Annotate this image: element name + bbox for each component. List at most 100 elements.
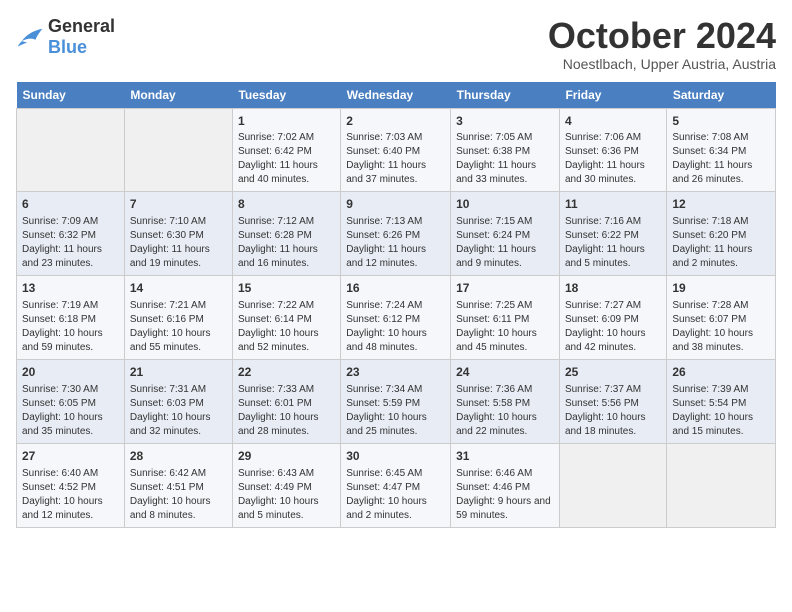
calendar-cell: 11 Sunrise: 7:16 AM Sunset: 6:22 PM Dayli… xyxy=(559,192,666,276)
calendar-table: SundayMondayTuesdayWednesdayThursdayFrid… xyxy=(16,82,776,528)
day-of-week-header: Sunday xyxy=(17,82,125,109)
calendar-cell: 17 Sunrise: 7:25 AM Sunset: 6:11 PM Dayli… xyxy=(451,276,560,360)
cell-content: Sunrise: 6:46 AM Sunset: 4:46 PM Dayligh… xyxy=(456,467,554,523)
calendar-cell: 19 Sunrise: 7:28 AM Sunset: 6:07 PM Dayli… xyxy=(667,276,776,360)
page-header: General Blue October 2024 Noestlbach, Up… xyxy=(16,16,776,72)
day-number: 11 xyxy=(565,196,661,213)
cell-content: Sunrise: 7:15 AM Sunset: 6:24 PM Dayligh… xyxy=(456,215,554,271)
day-of-week-header: Tuesday xyxy=(232,82,340,109)
calendar-cell: 2Sunrise: 7:03 AM Sunset: 6:40 PM Daylig… xyxy=(341,108,451,192)
calendar-cell xyxy=(667,443,776,527)
cell-content: Sunrise: 7:24 AM Sunset: 6:12 PM Dayligh… xyxy=(346,299,445,355)
day-number: 3 xyxy=(456,113,554,130)
day-number: 23 xyxy=(346,364,445,381)
calendar-cell: 28Sunrise: 6:42 AM Sunset: 4:51 PM Dayli… xyxy=(124,443,232,527)
cell-content: Sunrise: 7:30 AM Sunset: 6:05 PM Dayligh… xyxy=(22,383,119,439)
day-of-week-header: Saturday xyxy=(667,82,776,109)
cell-content: Sunrise: 7:22 AM Sunset: 6:14 PM Dayligh… xyxy=(238,299,335,355)
day-number: 26 xyxy=(672,364,770,381)
location-title: Noestlbach, Upper Austria, Austria xyxy=(548,56,776,72)
cell-content: Sunrise: 6:45 AM Sunset: 4:47 PM Dayligh… xyxy=(346,467,445,523)
calendar-cell: 6 Sunrise: 7:09 AM Sunset: 6:32 PM Daylig… xyxy=(17,192,125,276)
cell-content: Sunrise: 7:25 AM Sunset: 6:11 PM Dayligh… xyxy=(456,299,554,355)
cell-content: Sunrise: 7:16 AM Sunset: 6:22 PM Dayligh… xyxy=(565,215,661,271)
cell-content: Sunrise: 7:03 AM Sunset: 6:40 PM Dayligh… xyxy=(346,131,445,187)
cell-content: Sunrise: 6:40 AM Sunset: 4:52 PM Dayligh… xyxy=(22,467,119,523)
calendar-cell: 30 Sunrise: 6:45 AM Sunset: 4:47 PM Dayli… xyxy=(341,443,451,527)
day-number: 22 xyxy=(238,364,335,381)
cell-content: Sunrise: 7:36 AM Sunset: 5:58 PM Dayligh… xyxy=(456,383,554,439)
day-number: 16 xyxy=(346,280,445,297)
cell-content: Sunrise: 7:19 AM Sunset: 6:18 PM Dayligh… xyxy=(22,299,119,355)
cell-content: Sunrise: 6:43 AM Sunset: 4:49 PM Dayligh… xyxy=(238,467,335,523)
cell-content: Sunrise: 7:34 AM Sunset: 5:59 PM Dayligh… xyxy=(346,383,445,439)
cell-content: Sunrise: 7:18 AM Sunset: 6:20 PM Dayligh… xyxy=(672,215,770,271)
day-number: 27 xyxy=(22,448,119,465)
day-number: 25 xyxy=(565,364,661,381)
day-number: 29 xyxy=(238,448,335,465)
day-number: 8 xyxy=(238,196,335,213)
calendar-cell: 26 Sunrise: 7:39 AM Sunset: 5:54 PM Dayli… xyxy=(667,359,776,443)
day-of-week-header: Friday xyxy=(559,82,666,109)
day-number: 10 xyxy=(456,196,554,213)
calendar-cell: 16 Sunrise: 7:24 AM Sunset: 6:12 PM Dayli… xyxy=(341,276,451,360)
calendar-cell: 3Sunrise: 7:05 AM Sunset: 6:38 PM Daylig… xyxy=(451,108,560,192)
calendar-cell: 20Sunrise: 7:30 AM Sunset: 6:05 PM Dayli… xyxy=(17,359,125,443)
day-of-week-header: Wednesday xyxy=(341,82,451,109)
cell-content: Sunrise: 7:08 AM Sunset: 6:34 PM Dayligh… xyxy=(672,131,770,187)
cell-content: Sunrise: 7:37 AM Sunset: 5:56 PM Dayligh… xyxy=(565,383,661,439)
day-of-week-header: Monday xyxy=(124,82,232,109)
calendar-cell: 7 Sunrise: 7:10 AM Sunset: 6:30 PM Daylig… xyxy=(124,192,232,276)
cell-content: Sunrise: 7:27 AM Sunset: 6:09 PM Dayligh… xyxy=(565,299,661,355)
calendar-cell: 23 Sunrise: 7:34 AM Sunset: 5:59 PM Dayli… xyxy=(341,359,451,443)
day-number: 14 xyxy=(130,280,227,297)
day-number: 21 xyxy=(130,364,227,381)
cell-content: Sunrise: 7:31 AM Sunset: 6:03 PM Dayligh… xyxy=(130,383,227,439)
cell-content: Sunrise: 7:10 AM Sunset: 6:30 PM Dayligh… xyxy=(130,215,227,271)
cell-content: Sunrise: 7:13 AM Sunset: 6:26 PM Dayligh… xyxy=(346,215,445,271)
month-title: October 2024 xyxy=(548,16,776,56)
logo-text-general: General xyxy=(48,16,115,36)
day-number: 18 xyxy=(565,280,661,297)
day-number: 19 xyxy=(672,280,770,297)
calendar-cell: 18 Sunrise: 7:27 AM Sunset: 6:09 PM Dayli… xyxy=(559,276,666,360)
cell-content: Sunrise: 7:05 AM Sunset: 6:38 PM Dayligh… xyxy=(456,131,554,187)
day-number: 12 xyxy=(672,196,770,213)
day-number: 7 xyxy=(130,196,227,213)
logo-bird-icon xyxy=(16,26,44,48)
cell-content: Sunrise: 6:42 AM Sunset: 4:51 PM Dayligh… xyxy=(130,467,227,523)
day-number: 6 xyxy=(22,196,119,213)
cell-content: Sunrise: 7:21 AM Sunset: 6:16 PM Dayligh… xyxy=(130,299,227,355)
calendar-cell xyxy=(17,108,125,192)
day-number: 2 xyxy=(346,113,445,130)
cell-content: Sunrise: 7:39 AM Sunset: 5:54 PM Dayligh… xyxy=(672,383,770,439)
calendar-cell: 12 Sunrise: 7:18 AM Sunset: 6:20 PM Dayli… xyxy=(667,192,776,276)
calendar-cell: 9 Sunrise: 7:13 AM Sunset: 6:26 PM Daylig… xyxy=(341,192,451,276)
day-number: 31 xyxy=(456,448,554,465)
title-block: October 2024 Noestlbach, Upper Austria, … xyxy=(548,16,776,72)
calendar-cell: 15 Sunrise: 7:22 AM Sunset: 6:14 PM Dayli… xyxy=(232,276,340,360)
cell-content: Sunrise: 7:06 AM Sunset: 6:36 PM Dayligh… xyxy=(565,131,661,187)
calendar-cell: 1Sunrise: 7:02 AM Sunset: 6:42 PM Daylig… xyxy=(232,108,340,192)
day-of-week-header: Thursday xyxy=(451,82,560,109)
day-number: 17 xyxy=(456,280,554,297)
logo: General Blue xyxy=(16,16,115,58)
calendar-cell: 8 Sunrise: 7:12 AM Sunset: 6:28 PM Daylig… xyxy=(232,192,340,276)
calendar-cell: 27 Sunrise: 6:40 AM Sunset: 4:52 PM Dayli… xyxy=(17,443,125,527)
cell-content: Sunrise: 7:28 AM Sunset: 6:07 PM Dayligh… xyxy=(672,299,770,355)
day-number: 9 xyxy=(346,196,445,213)
cell-content: Sunrise: 7:12 AM Sunset: 6:28 PM Dayligh… xyxy=(238,215,335,271)
logo-text-blue: Blue xyxy=(48,37,87,57)
cell-content: Sunrise: 7:09 AM Sunset: 6:32 PM Dayligh… xyxy=(22,215,119,271)
calendar-cell: 13 Sunrise: 7:19 AM Sunset: 6:18 PM Dayli… xyxy=(17,276,125,360)
day-number: 30 xyxy=(346,448,445,465)
day-number: 4 xyxy=(565,113,661,130)
cell-content: Sunrise: 7:33 AM Sunset: 6:01 PM Dayligh… xyxy=(238,383,335,439)
day-number: 5 xyxy=(672,113,770,130)
calendar-cell: 31 Sunrise: 6:46 AM Sunset: 4:46 PM Dayli… xyxy=(451,443,560,527)
calendar-cell: 29 Sunrise: 6:43 AM Sunset: 4:49 PM Dayli… xyxy=(232,443,340,527)
day-number: 24 xyxy=(456,364,554,381)
day-number: 15 xyxy=(238,280,335,297)
day-number: 13 xyxy=(22,280,119,297)
calendar-cell: 10 Sunrise: 7:15 AM Sunset: 6:24 PM Dayli… xyxy=(451,192,560,276)
